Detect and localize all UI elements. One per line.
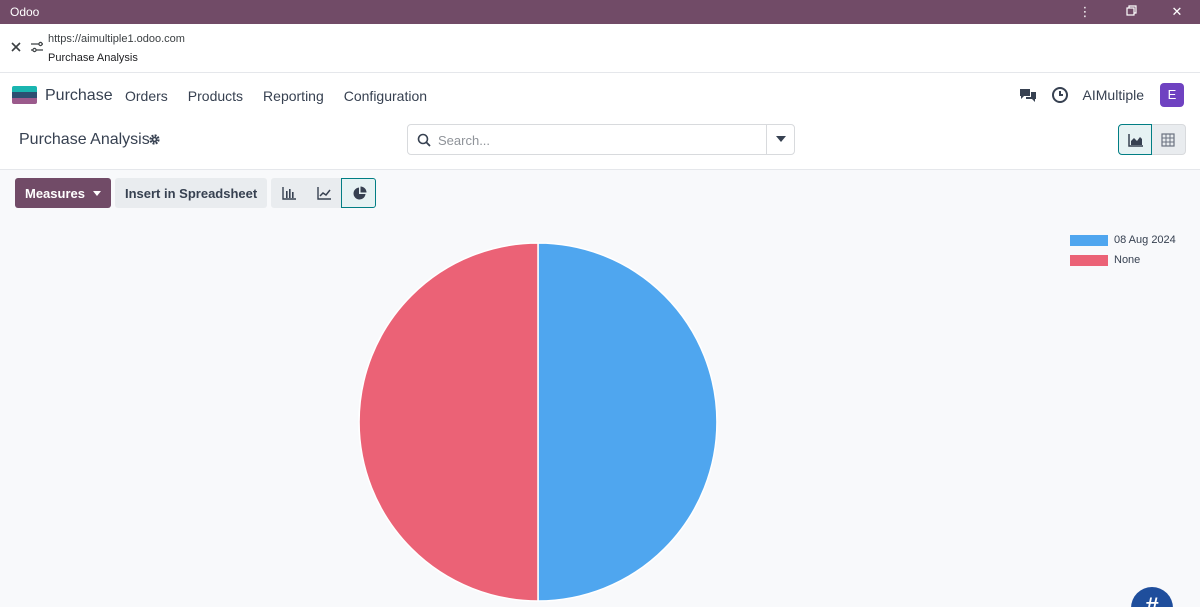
- view-switcher: [1118, 124, 1186, 155]
- area-chart-icon: [1128, 134, 1143, 147]
- caret-down-icon: [92, 190, 101, 196]
- app-name[interactable]: Purchase: [45, 87, 113, 105]
- graph-toolbar: Measures Insert in Spreadsheet: [15, 178, 377, 208]
- legend-swatch: [1070, 234, 1108, 246]
- pie-slice-1[interactable]: [358, 242, 539, 602]
- purchase-app-icon[interactable]: [12, 86, 37, 104]
- line-chart-button[interactable]: [306, 178, 342, 208]
- window-titlebar: Odoo ⋮ ✕: [0, 0, 1200, 24]
- pie-slice-0[interactable]: [537, 242, 718, 602]
- menu-item-reporting[interactable]: Reporting: [263, 88, 324, 104]
- gear-icon[interactable]: [148, 133, 161, 146]
- app-navbar: Purchase Orders Products Reporting Confi…: [0, 73, 1200, 119]
- user-avatar[interactable]: E: [1160, 83, 1184, 107]
- chart-legend: 08 Aug 2024 None: [1070, 230, 1176, 270]
- legend-item[interactable]: 08 Aug 2024: [1070, 230, 1176, 250]
- caret-down-icon: [776, 136, 786, 142]
- clock-icon[interactable]: [1051, 86, 1069, 104]
- graph-view-button[interactable]: [1118, 124, 1152, 155]
- site-settings-icon[interactable]: [30, 40, 44, 54]
- menu-item-orders[interactable]: Orders: [125, 88, 168, 104]
- page-title: Purchase Analysis: [19, 131, 150, 148]
- insert-in-spreadsheet-button[interactable]: Insert in Spreadsheet: [114, 178, 268, 208]
- main-menu: Orders Products Reporting Configuration: [125, 88, 447, 104]
- more-options-icon[interactable]: ⋮: [1062, 0, 1108, 24]
- close-window-icon[interactable]: ✕: [1154, 0, 1200, 24]
- chat-icon[interactable]: [1019, 86, 1037, 104]
- pie-chart-icon: [353, 186, 367, 200]
- search-options-toggle[interactable]: [766, 125, 794, 154]
- pivot-view-button[interactable]: [1152, 124, 1186, 155]
- bar-chart-icon: [282, 187, 297, 200]
- browser-page-title: Purchase Analysis: [48, 52, 138, 64]
- menu-item-configuration[interactable]: Configuration: [344, 88, 427, 104]
- control-panel: Purchase Analysis: [0, 119, 1200, 170]
- chart-type-switcher: [271, 178, 377, 208]
- restore-window-icon[interactable]: [1108, 0, 1154, 24]
- bar-chart-button[interactable]: [271, 178, 307, 208]
- search-input[interactable]: [438, 130, 758, 150]
- search-bar[interactable]: [407, 124, 795, 155]
- line-chart-icon: [317, 187, 332, 200]
- search-icon: [417, 133, 431, 147]
- insert-label: Insert in Spreadsheet: [124, 185, 258, 201]
- legend-label: 08 Aug 2024: [1114, 234, 1176, 246]
- legend-item[interactable]: None: [1070, 250, 1176, 270]
- company-name[interactable]: AIMultiple: [1083, 87, 1144, 103]
- measures-label: Measures: [25, 185, 85, 201]
- close-icon[interactable]: [9, 40, 23, 54]
- legend-label: None: [1114, 254, 1141, 266]
- pie-chart: [358, 242, 718, 602]
- browser-url-bar: https://aimultiple1.odoo.com Purchase An…: [0, 24, 1200, 73]
- legend-swatch: [1070, 254, 1108, 266]
- table-icon: [1161, 133, 1175, 147]
- window-title: Odoo: [10, 5, 40, 19]
- url-text[interactable]: https://aimultiple1.odoo.com: [48, 33, 185, 45]
- menu-item-products[interactable]: Products: [188, 88, 243, 104]
- pie-chart-button[interactable]: [341, 178, 377, 208]
- measures-dropdown-button[interactable]: Measures: [15, 178, 111, 208]
